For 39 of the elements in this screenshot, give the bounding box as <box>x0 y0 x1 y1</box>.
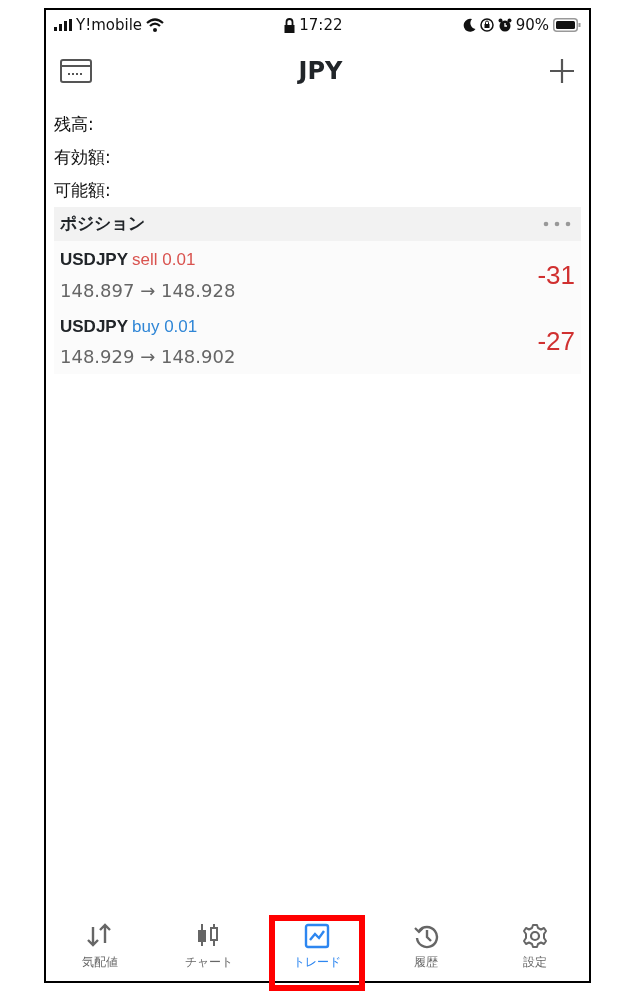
section-title: ポジション <box>60 212 145 236</box>
account-label: 残高: <box>54 113 95 136</box>
card-icon <box>60 59 92 84</box>
symbol-text: USDJPY <box>60 315 129 338</box>
rotation-lock-icon <box>479 18 494 32</box>
moon-icon <box>462 18 476 32</box>
add-button[interactable] <box>549 58 575 84</box>
tab-item[interactable]: チャート <box>163 923 254 971</box>
position-row[interactable]: USDJPY sell 0.01 148.897 → 148.928 -31 <box>54 241 581 308</box>
more-icon <box>543 221 571 227</box>
accounts-button[interactable] <box>60 58 92 84</box>
account-label: 有効額: <box>54 146 112 169</box>
battery-icon <box>553 18 581 32</box>
more-button[interactable] <box>543 221 571 227</box>
profit-value: -31 <box>537 258 575 292</box>
history-icon <box>413 923 440 949</box>
signal-icon <box>54 19 72 31</box>
profit-value: -27 <box>537 325 575 359</box>
tab-item[interactable]: 気配値 <box>55 923 146 971</box>
tab-item[interactable]: 設定 <box>489 923 580 971</box>
price-text: 148.929 → 148.902 <box>60 345 236 369</box>
tab-item[interactable]: 履歴 <box>381 923 472 971</box>
battery-percent: 90% <box>515 14 549 36</box>
clock-time: 17:22 <box>299 14 343 36</box>
symbol-text: USDJPY <box>60 249 129 271</box>
plus-icon <box>549 58 575 84</box>
tab-item[interactable]: トレード <box>272 923 363 971</box>
line-chart-icon <box>304 923 331 949</box>
settings-icon <box>521 923 548 949</box>
screen-title: JPY <box>298 56 343 87</box>
alarm-icon <box>497 18 512 32</box>
position-row[interactable]: USDJPY buy 0.01 148.929 → 148.902 -27 <box>54 307 581 374</box>
carrier-name: Y!mobile <box>76 14 143 36</box>
wifi-icon <box>146 18 165 32</box>
price-text: 148.897 → 148.928 <box>60 278 236 303</box>
account-label: 可能額: <box>54 179 112 202</box>
lock-icon <box>284 17 296 33</box>
order-text: buy 0.01 <box>132 315 198 338</box>
order-text: sell 0.01 <box>132 249 196 271</box>
